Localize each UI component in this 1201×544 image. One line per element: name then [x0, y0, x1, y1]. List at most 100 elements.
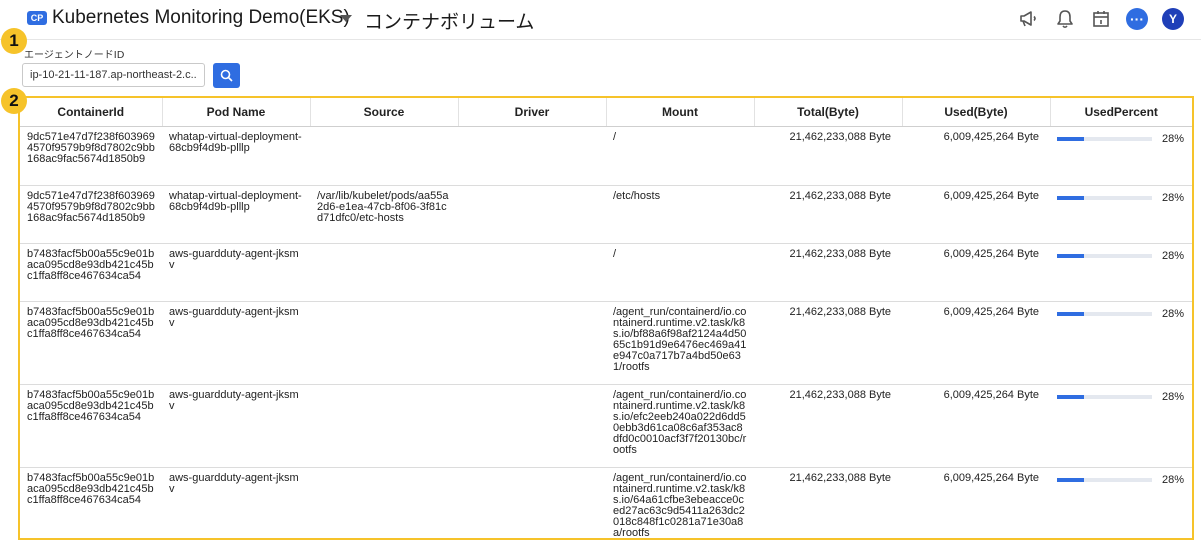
usage-bar: 28% — [1057, 390, 1186, 403]
table-row[interactable]: b7483facf5b00a55c9e01baca095cd8e93db421c… — [20, 384, 1192, 468]
search-icon — [220, 69, 233, 82]
search-button[interactable] — [213, 63, 240, 88]
column-header-total[interactable]: Total(Byte) — [754, 98, 903, 127]
driver-cell — [458, 301, 606, 385]
mount-cell: /agent_run/containerd/io.containerd.runt… — [606, 467, 754, 538]
calendar-icon[interactable] — [1089, 7, 1113, 31]
source-cell — [310, 467, 458, 538]
project-name[interactable]: Kubernetes Monitoring Demo(EKS) — [52, 7, 350, 29]
usage-percent-label: 28% — [1161, 191, 1184, 204]
table-row[interactable]: b7483facf5b00a55c9e01baca095cd8e93db421c… — [20, 301, 1192, 385]
pod-name-cell: aws-guardduty-agent-jksmv — [162, 467, 310, 538]
container-id-cell: b7483facf5b00a55c9e01baca095cd8e93db421c… — [20, 467, 162, 538]
source-cell — [310, 243, 458, 302]
container-id-cell: b7483facf5b00a55c9e01baca095cd8e93db421c… — [20, 384, 162, 468]
total-bytes-cell: 21,462,233,088 Byte — [754, 126, 902, 186]
table-row[interactable]: b7483facf5b00a55c9e01baca095cd8e93db421c… — [20, 467, 1192, 538]
used-bytes-cell: 6,009,425,264 Byte — [902, 126, 1050, 186]
used-bytes-cell: 6,009,425,264 Byte — [902, 243, 1050, 302]
volume-table-frame: ContainerId Pod Name Source Driver Mount… — [18, 96, 1194, 540]
source-cell — [310, 126, 458, 186]
total-bytes-cell: 21,462,233,088 Byte — [754, 384, 902, 468]
table-header-row: ContainerId Pod Name Source Driver Mount… — [20, 98, 1192, 127]
mount-cell: /agent_run/containerd/io.containerd.runt… — [606, 301, 754, 385]
agent-node-input[interactable] — [22, 63, 205, 87]
column-header-pod-name[interactable]: Pod Name — [162, 98, 311, 127]
pod-name-cell: whatap-virtual-deployment-68cb9f4d9b-pll… — [162, 185, 310, 244]
page-title: コンテナボリューム — [364, 11, 535, 33]
usage-bar-track — [1057, 395, 1152, 399]
usage-bar-track — [1057, 254, 1152, 258]
step-marker-2: 2 — [1, 88, 27, 114]
used-bytes-cell: 6,009,425,264 Byte — [902, 185, 1050, 244]
mount-cell: /agent_run/containerd/io.containerd.runt… — [606, 384, 754, 468]
more-icon[interactable]: ··· — [1125, 7, 1149, 31]
used-percent-cell: 28% — [1050, 185, 1192, 244]
used-percent-cell: 28% — [1050, 467, 1192, 538]
usage-bar-fill — [1057, 312, 1084, 316]
table-row[interactable]: 9dc571e47d7f238f6039694570f9579b9f8d7802… — [20, 185, 1192, 244]
volume-table: ContainerId Pod Name Source Driver Mount… — [20, 98, 1192, 538]
usage-bar-fill — [1057, 395, 1084, 399]
usage-bar-track — [1057, 478, 1152, 482]
megaphone-icon[interactable] — [1017, 7, 1041, 31]
driver-cell — [458, 243, 606, 302]
usage-bar-track — [1057, 196, 1152, 200]
driver-cell — [458, 126, 606, 186]
usage-bar: 28% — [1057, 132, 1186, 145]
used-percent-cell: 28% — [1050, 301, 1192, 385]
usage-bar: 28% — [1057, 191, 1186, 204]
usage-bar-fill — [1057, 254, 1084, 258]
used-percent-cell: 28% — [1050, 243, 1192, 302]
usage-bar-fill — [1057, 196, 1084, 200]
source-cell — [310, 301, 458, 385]
column-header-source[interactable]: Source — [310, 98, 459, 127]
column-header-driver[interactable]: Driver — [458, 98, 607, 127]
bell-icon[interactable] — [1053, 7, 1077, 31]
total-bytes-cell: 21,462,233,088 Byte — [754, 301, 902, 385]
usage-bar-track — [1057, 137, 1152, 141]
mount-cell: / — [606, 126, 754, 186]
avatar-letter: Y — [1162, 8, 1184, 30]
table-body: 9dc571e47d7f238f6039694570f9579b9f8d7802… — [20, 126, 1192, 538]
step-marker-1: 1 — [1, 28, 27, 54]
usage-percent-label: 28% — [1161, 132, 1184, 145]
driver-cell — [458, 467, 606, 538]
usage-bar: 28% — [1057, 249, 1186, 262]
column-header-used[interactable]: Used(Byte) — [902, 98, 1051, 127]
usage-bar-fill — [1057, 478, 1084, 482]
avatar[interactable]: Y — [1161, 7, 1185, 31]
column-header-used-percent[interactable]: UsedPercent — [1050, 98, 1192, 127]
usage-percent-label: 28% — [1161, 249, 1184, 262]
container-id-cell: b7483facf5b00a55c9e01baca095cd8e93db421c… — [20, 301, 162, 385]
total-bytes-cell: 21,462,233,088 Byte — [754, 185, 902, 244]
usage-percent-label: 28% — [1161, 390, 1184, 403]
table-row[interactable]: b7483facf5b00a55c9e01baca095cd8e93db421c… — [20, 243, 1192, 302]
used-bytes-cell: 6,009,425,264 Byte — [902, 467, 1050, 538]
usage-bar: 28% — [1057, 473, 1186, 486]
usage-bar-fill — [1057, 137, 1084, 141]
usage-bar: 28% — [1057, 307, 1186, 320]
source-cell: /var/lib/kubelet/pods/aa55a2d6-e1ea-47cb… — [310, 185, 458, 244]
total-bytes-cell: 21,462,233,088 Byte — [754, 243, 902, 302]
more-button-glyph: ··· — [1126, 8, 1148, 30]
cp-badge: CP — [27, 11, 47, 25]
driver-cell — [458, 384, 606, 468]
pod-name-cell: aws-guardduty-agent-jksmv — [162, 243, 310, 302]
used-bytes-cell: 6,009,425,264 Byte — [902, 384, 1050, 468]
pod-name-cell: aws-guardduty-agent-jksmv — [162, 384, 310, 468]
source-cell — [310, 384, 458, 468]
pod-name-cell: aws-guardduty-agent-jksmv — [162, 301, 310, 385]
column-header-container-id[interactable]: ContainerId — [20, 98, 163, 127]
used-bytes-cell: 6,009,425,264 Byte — [902, 301, 1050, 385]
usage-percent-label: 28% — [1161, 473, 1184, 486]
pod-name-cell: whatap-virtual-deployment-68cb9f4d9b-pll… — [162, 126, 310, 186]
container-id-cell: b7483facf5b00a55c9e01baca095cd8e93db421c… — [20, 243, 162, 302]
column-header-mount[interactable]: Mount — [606, 98, 755, 127]
used-percent-cell: 28% — [1050, 126, 1192, 186]
table-row[interactable]: 9dc571e47d7f238f6039694570f9579b9f8d7802… — [20, 126, 1192, 186]
caret-down-icon[interactable] — [340, 15, 352, 22]
driver-cell — [458, 185, 606, 244]
header-actions: ··· Y — [1017, 7, 1185, 31]
container-id-cell: 9dc571e47d7f238f6039694570f9579b9f8d7802… — [20, 126, 162, 186]
